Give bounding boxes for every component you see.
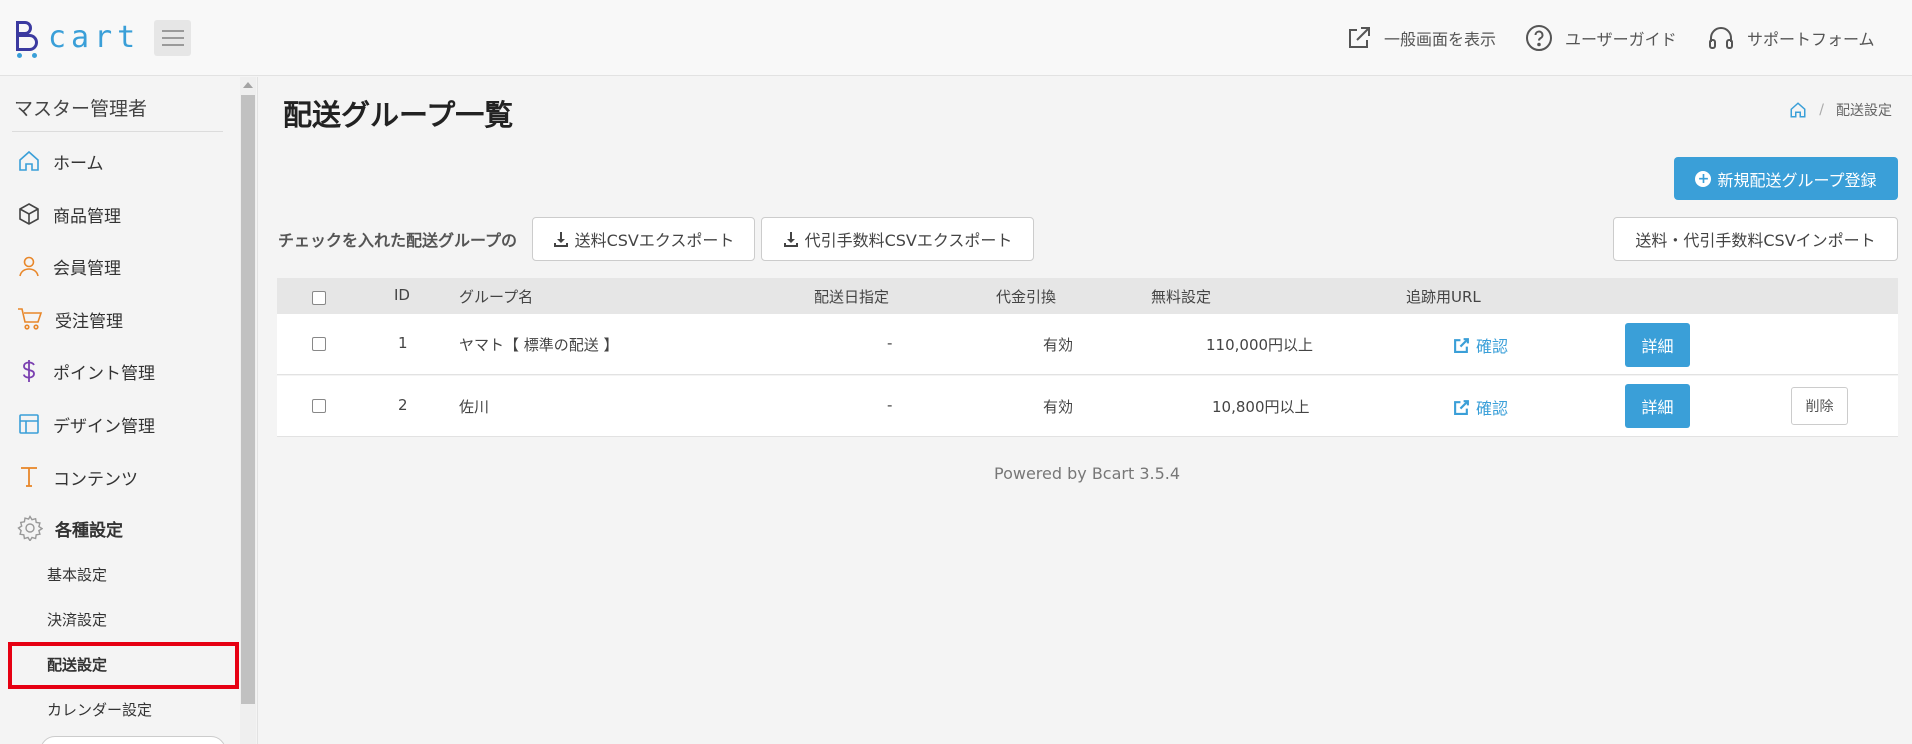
sidebar-item-label: ポイント管理 [53, 363, 155, 384]
delete-button[interactable]: 削除 [1791, 387, 1848, 425]
download-icon [553, 232, 568, 247]
sidebar-item-label: 各種設定 [55, 520, 123, 541]
bcart-logo[interactable]: cart [14, 18, 140, 58]
row-group-name: ヤマト【 標準の配送 】 [459, 336, 619, 354]
headset-icon [1709, 27, 1733, 49]
sidebar-item-members[interactable]: 会員管理 [0, 246, 238, 286]
import-csv-button[interactable]: 送料・代引手数料CSVインポート [1613, 217, 1898, 261]
scroll-up-arrow[interactable] [243, 82, 253, 88]
bulk-action-label: チェックを入れた配送グループの [278, 231, 518, 250]
detail-button[interactable]: 詳細 [1625, 384, 1690, 428]
tracking-url-link[interactable]: 確認 [1453, 395, 1508, 419]
breadcrumb-current: 配送設定 [1836, 103, 1892, 119]
active-item-highlight [8, 642, 239, 689]
export-cod-csv-label: 代引手数料CSVエクスポート [804, 231, 1013, 250]
page-title: 配送グループ一覧 [283, 98, 514, 132]
top-header: cart 一般画面を表示 ユーザーガイド サポートフォーム [0, 0, 1912, 76]
external-link-icon [1454, 337, 1469, 353]
sidebar-item-label: ホーム [53, 153, 104, 174]
download-icon [783, 232, 798, 247]
breadcrumb-separator: / [1819, 102, 1824, 118]
support-form-label: サポートフォーム [1747, 30, 1875, 49]
external-link-icon [1349, 27, 1370, 48]
row-id: 1 [398, 334, 408, 352]
row-delivery-date: - [887, 334, 893, 352]
user-guide-label: ユーザーガイド [1565, 30, 1677, 49]
view-storefront-link[interactable]: 一般画面を表示 [1346, 20, 1496, 56]
row-checkbox[interactable] [312, 337, 326, 351]
column-header-cod: 代金引換 [996, 288, 1057, 306]
tracking-url-label: 確認 [1476, 337, 1509, 356]
home-icon [19, 150, 39, 171]
external-link-icon [1454, 399, 1469, 415]
sidebar-bottom-pill [40, 736, 226, 744]
layout-icon [19, 414, 39, 434]
cart-icon [18, 308, 43, 330]
sidebar-item-home[interactable]: ホーム [0, 141, 238, 181]
table-row: 2 佐川 - 有効 10,800円以上 確認 詳細 削除 [277, 376, 1898, 437]
text-icon [21, 467, 37, 487]
plus-circle-icon: + [1695, 170, 1712, 187]
row-delivery-date: - [887, 396, 893, 414]
sidebar-title: マスター管理者 [14, 98, 148, 120]
gear-icon [17, 515, 43, 541]
breadcrumb: / 配送設定 [1789, 100, 1892, 120]
footer-powered-by: Powered by Bcart 3.5.4 [994, 464, 1181, 483]
sidebar-item-label: デザイン管理 [53, 416, 155, 437]
row-free-shipping: 10,800円以上 [1212, 398, 1310, 416]
export-shipping-csv-button[interactable]: 送料CSVエクスポート [532, 217, 755, 261]
dollar-icon [22, 360, 35, 382]
sidebar-subitem-calendar-settings[interactable]: カレンダー設定 [47, 699, 152, 720]
sidebar-divider [12, 131, 223, 132]
column-header-free-shipping: 無料設定 [1151, 288, 1212, 306]
question-circle-icon [1526, 25, 1552, 51]
sidebar-item-label: 会員管理 [53, 258, 121, 279]
row-free-shipping: 110,000円以上 [1206, 336, 1314, 354]
sidebar-item-orders[interactable]: 受注管理 [0, 299, 238, 339]
column-header-tracking-url: 追跡用URL [1406, 288, 1481, 306]
tracking-url-label: 確認 [1476, 399, 1509, 418]
home-icon[interactable] [1789, 101, 1807, 119]
view-storefront-label: 一般画面を表示 [1384, 30, 1497, 49]
row-cod: 有効 [1043, 336, 1074, 354]
logo-text: cart [48, 19, 141, 55]
row-id: 2 [398, 396, 408, 414]
user-guide-link[interactable]: ユーザーガイド [1525, 20, 1677, 56]
row-cod: 有効 [1043, 398, 1074, 416]
sidebar-item-points[interactable]: ポイント管理 [0, 351, 238, 391]
sidebar-item-settings[interactable]: 各種設定 [0, 508, 238, 548]
column-header-group-name: グループ名 [459, 288, 534, 306]
detail-button[interactable]: 詳細 [1625, 323, 1690, 367]
table-row: 1 ヤマト【 標準の配送 】 - 有効 110,000円以上 確認 詳細 [277, 314, 1898, 375]
sidebar-item-label: 商品管理 [53, 206, 121, 227]
table-header: ID グループ名 配送日指定 代金引換 無料設定 追跡用URL [277, 278, 1898, 314]
support-form-link[interactable]: サポートフォーム [1707, 20, 1875, 56]
sidebar-subitem-payment-settings[interactable]: 決済設定 [47, 609, 107, 630]
sidebar-item-design[interactable]: デザイン管理 [0, 404, 238, 444]
new-shipping-group-button[interactable]: + 新規配送グループ登録 [1674, 157, 1898, 200]
new-shipping-group-label: 新規配送グループ登録 [1717, 170, 1877, 190]
select-all-checkbox[interactable] [312, 291, 326, 305]
column-header-delivery-date: 配送日指定 [814, 288, 890, 306]
sidebar-scrollbar-thumb[interactable] [241, 95, 255, 704]
sidebar-item-label: コンテンツ [53, 469, 138, 490]
sidebar-subitem-basic-settings[interactable]: 基本設定 [47, 564, 107, 585]
column-header-id: ID [394, 286, 410, 304]
import-csv-label: 送料・代引手数料CSVインポート [1635, 231, 1876, 250]
logo-mark [14, 19, 42, 58]
box-icon [19, 203, 39, 225]
row-group-name: 佐川 [459, 398, 490, 416]
menu-toggle-button[interactable] [154, 20, 191, 56]
export-cod-csv-button[interactable]: 代引手数料CSVエクスポート [761, 217, 1034, 261]
sidebar-item-products[interactable]: 商品管理 [0, 194, 238, 234]
tracking-url-link[interactable]: 確認 [1453, 333, 1508, 357]
sidebar-item-label: 受注管理 [55, 311, 123, 332]
sidebar-item-contents[interactable]: コンテンツ [0, 457, 238, 497]
export-shipping-csv-label: 送料CSVエクスポート [574, 231, 735, 250]
user-icon [19, 256, 39, 277]
row-checkbox[interactable] [312, 399, 326, 413]
